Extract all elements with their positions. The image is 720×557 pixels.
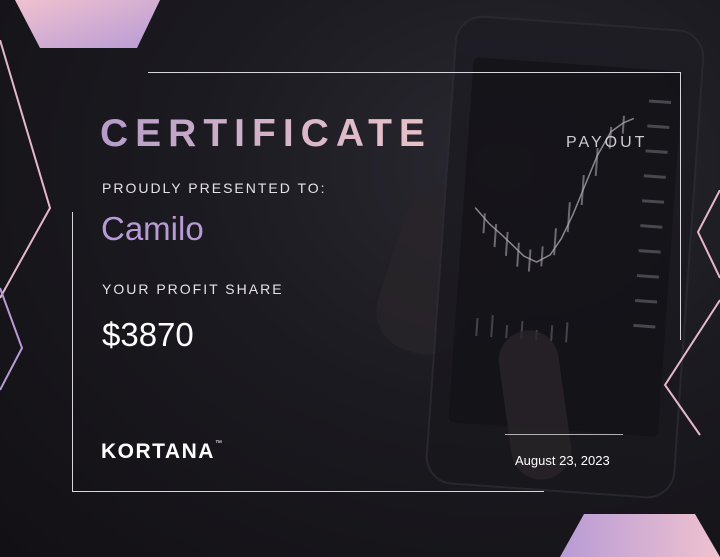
payout-label: PAYOUT [566, 134, 648, 151]
bottom-frame-line [72, 491, 544, 492]
top-frame-line [148, 72, 680, 73]
left-frame-line [72, 212, 73, 492]
certificate-date: August 23, 2023 [515, 453, 610, 468]
kortana-logo: KORTANA™ [101, 440, 222, 464]
presented-to-label: PROUDLY PRESENTED TO: [102, 180, 327, 196]
bottom-right-gradient-shape [560, 514, 720, 557]
right-chevron-outline-shape [663, 190, 720, 436]
certificate: CERTIFICATE PAYOUT PROUDLY PRESENTED TO:… [0, 0, 720, 557]
right-frame-line [680, 72, 681, 340]
trademark-symbol: ™ [214, 440, 222, 447]
profit-share-label: YOUR PROFIT SHARE [102, 281, 284, 297]
brand-name: KORTANA [101, 440, 215, 463]
date-underline [505, 434, 623, 435]
certificate-title: CERTIFICATE [100, 112, 432, 155]
profit-share-amount: $3870 [102, 316, 194, 353]
recipient-name: Camilo [101, 210, 204, 247]
left-chevron-outline-shape [0, 40, 52, 391]
